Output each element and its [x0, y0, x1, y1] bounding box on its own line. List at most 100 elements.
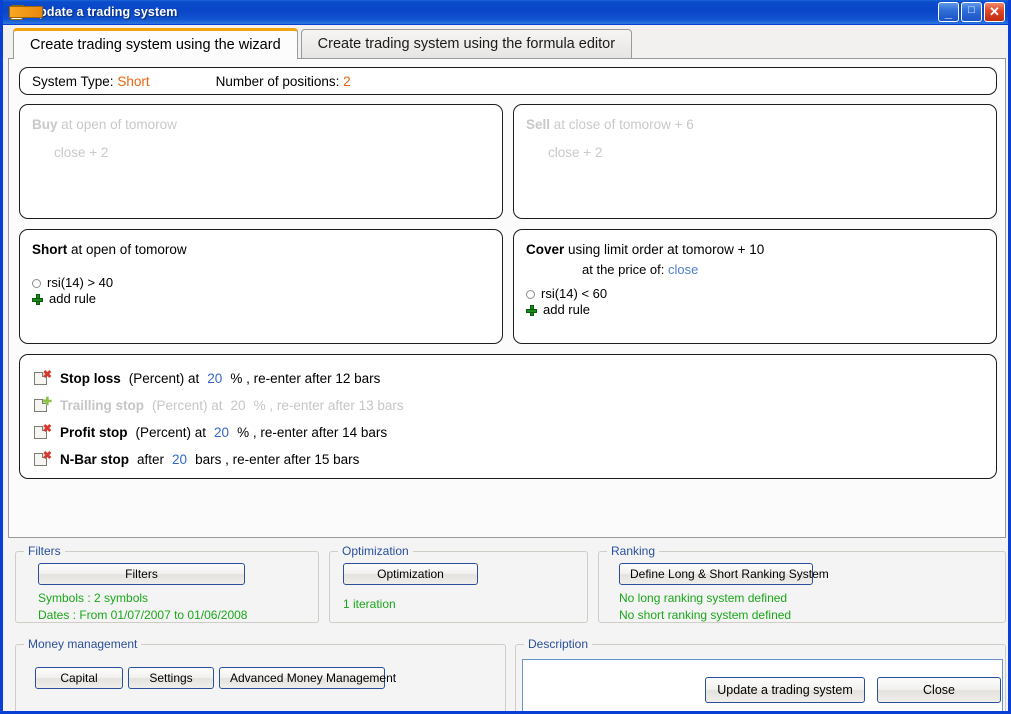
advanced-money-management-button[interactable]: Advanced Money Management [219, 667, 385, 689]
cover-condition[interactable]: using limit order at tomorow + 10 [568, 242, 764, 257]
optimization-button[interactable]: Optimization [343, 563, 478, 585]
filters-symbols-status: Symbols : 2 symbols [38, 590, 247, 607]
system-type-value[interactable]: Short [117, 74, 149, 89]
short-rules: rsi(14) > 40 add rule [32, 276, 490, 308]
window-titlebar: Update a trading system _ □ ✕ [3, 0, 1008, 25]
dialog-body: System Type: Short Number of positions: … [3, 58, 1008, 709]
plus-icon [32, 294, 43, 305]
tab-wizard[interactable]: Create trading system using the wizard [13, 28, 298, 59]
ranking-long-status: No long ranking system defined [619, 590, 791, 607]
positions-value[interactable]: 2 [343, 74, 351, 89]
cover-title[interactable]: Cover [526, 242, 564, 257]
trailing-stop-value: 20 [231, 398, 246, 413]
minimize-icon: _ [939, 6, 958, 19]
update-trading-system-window: Update a trading system _ □ ✕ Create tra… [0, 0, 1011, 714]
short-add-rule[interactable]: add rule [32, 292, 490, 308]
sell-condition[interactable]: at close of tomorow + 6 [554, 117, 694, 132]
bullet-circle-icon [32, 279, 41, 288]
short-panel: Short at open of tomorow rsi(14) > 40 ad… [19, 229, 503, 344]
stop-loss-row[interactable]: ✖ Stop loss (Percent) at 20 % , re-enter… [34, 365, 982, 392]
filters-group: Filters Filters Symbols : 2 symbols Date… [15, 551, 319, 623]
window-controls: _ □ ✕ [938, 2, 1005, 22]
filters-legend: Filters [24, 544, 65, 558]
tab-formula-editor[interactable]: Create trading system using the formula … [301, 29, 632, 58]
profit-stop-name: Profit stop [60, 425, 128, 440]
page-add-icon[interactable]: ✚ [34, 398, 52, 413]
buy-formula[interactable]: close + 2 [54, 143, 490, 163]
document-icon [9, 4, 25, 20]
ranking-legend: Ranking [607, 544, 659, 558]
nbar-stop-row[interactable]: ✖ N-Bar stop after 20 bars , re-enter af… [34, 446, 982, 473]
stop-loss-name: Stop loss [60, 371, 121, 386]
settings-button[interactable]: Settings [128, 667, 214, 689]
sell-title[interactable]: Sell [526, 117, 550, 132]
cover-add-rule[interactable]: add rule [526, 302, 984, 318]
optimization-status: 1 iteration [343, 596, 396, 613]
trailing-stop-tail: % , re-enter after 13 bars [254, 398, 404, 413]
optimization-group: Optimization Optimization 1 iteration [329, 551, 588, 623]
short-add-rule-label: add rule [49, 290, 96, 309]
nbar-stop-name: N-Bar stop [60, 452, 129, 467]
short-header: Short at open of tomorow [32, 240, 490, 260]
trailing-stop-name: Trailling stop [60, 398, 144, 413]
buy-header: Buy at open of tomorow [32, 115, 490, 135]
short-condition[interactable]: at open of tomorow [71, 242, 187, 257]
maximize-button[interactable]: □ [961, 2, 982, 22]
short-rule-item[interactable]: rsi(14) > 40 [32, 276, 490, 292]
window-title: Update a trading system [30, 5, 177, 19]
cover-price-row: at the price of: close [582, 261, 984, 280]
profit-stop-tail: % , re-enter after 14 bars [237, 425, 387, 440]
page-delete-icon[interactable]: ✖ [34, 425, 52, 440]
cover-price-label: at the price of: [582, 262, 664, 277]
trailing-stop-row[interactable]: ✚ Trailling stop (Percent) at 20 % , re-… [34, 392, 982, 419]
footer-buttons: Update a trading system Close [705, 677, 1001, 703]
plus-icon [526, 305, 537, 316]
profit-stop-row[interactable]: ✖ Profit stop (Percent) at 20 % , re-ent… [34, 419, 982, 446]
maximize-icon: □ [962, 5, 981, 16]
short-title[interactable]: Short [32, 242, 67, 257]
system-type-bar: System Type: Short Number of positions: … [19, 67, 997, 95]
stop-loss-tail: % , re-enter after 12 bars [230, 371, 380, 386]
trailing-stop-mid: (Percent) at [152, 398, 223, 413]
description-legend: Description [524, 637, 592, 651]
tab-strip: Create trading system using the wizard C… [3, 25, 1008, 58]
bullet-circle-icon [526, 290, 535, 299]
system-type-label: System Type: [32, 74, 114, 89]
optimization-legend: Optimization [338, 544, 413, 558]
cover-rule-item[interactable]: rsi(14) < 60 [526, 286, 984, 302]
sell-formula[interactable]: close + 2 [548, 143, 984, 163]
cover-panel: Cover using limit order at tomorow + 10 … [513, 229, 997, 344]
page-delete-icon[interactable]: ✖ [34, 452, 52, 467]
wizard-panel: System Type: Short Number of positions: … [8, 58, 1006, 538]
sell-header: Sell at close of tomorow + 6 [526, 115, 984, 135]
nbar-stop-mid: after [137, 452, 164, 467]
capital-button[interactable]: Capital [35, 667, 123, 689]
cover-rules: rsi(14) < 60 add rule [526, 286, 984, 318]
minimize-button[interactable]: _ [938, 2, 959, 22]
stop-loss-value[interactable]: 20 [207, 371, 222, 386]
cover-price-value[interactable]: close [668, 262, 698, 277]
buy-panel: Buy at open of tomorow close + 2 [19, 104, 503, 219]
filters-dates-status: Dates : From 01/07/2007 to 01/06/2008 [38, 607, 247, 624]
close-window-button[interactable]: ✕ [984, 2, 1005, 22]
sell-panel: Sell at close of tomorow + 6 close + 2 [513, 104, 997, 219]
update-trading-system-button[interactable]: Update a trading system [705, 677, 865, 703]
stops-panel: ✖ Stop loss (Percent) at 20 % , re-enter… [19, 354, 997, 479]
nbar-stop-value[interactable]: 20 [172, 452, 187, 467]
nbar-stop-tail: bars , re-enter after 15 bars [195, 452, 359, 467]
ranking-group: Ranking Define Long & Short Ranking Syst… [598, 551, 1006, 623]
profit-stop-mid: (Percent) at [136, 425, 207, 440]
positions-label: Number of positions: [216, 74, 340, 89]
buy-title[interactable]: Buy [32, 117, 58, 132]
money-management-group: Money management Capital Settings Advanc… [15, 644, 506, 714]
cover-add-rule-label: add rule [543, 301, 590, 320]
close-button[interactable]: Close [877, 677, 1001, 703]
money-management-legend: Money management [24, 637, 141, 651]
cover-header: Cover using limit order at tomorow + 10 [526, 240, 984, 260]
profit-stop-value[interactable]: 20 [214, 425, 229, 440]
filters-button[interactable]: Filters [38, 563, 245, 585]
page-delete-icon[interactable]: ✖ [34, 371, 52, 386]
ranking-button[interactable]: Define Long & Short Ranking System [619, 563, 813, 585]
buy-condition[interactable]: at open of tomorow [61, 117, 177, 132]
stop-loss-mid: (Percent) at [129, 371, 200, 386]
